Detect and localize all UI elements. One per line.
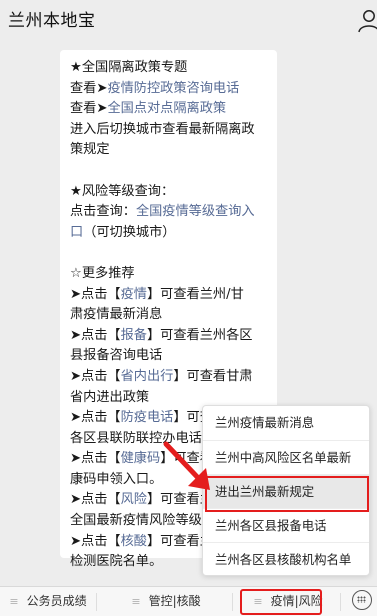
message-line: ★风险等级查询： [70,182,273,203]
message-text: 查看➤ [70,101,108,117]
message-line: 查看➤疫情防控政策咨询电话 [70,79,273,100]
message-text: 县报备咨询电话 [70,348,163,364]
message-link[interactable]: 全国疫情等级查询入 [136,204,255,219]
message-link[interactable]: 省内出行 [121,369,174,384]
message-line: 点击查询：全国疫情等级查询入 [70,202,273,223]
message-line: ➤点击【省内出行】可查看甘肃 [70,367,273,388]
message-line: 查看➤全国点对点隔离政策 [70,99,273,120]
message-text: 全国最新疫情风险等级 [70,513,202,529]
message-text: 】可查看甘肃 [173,368,253,384]
message-line: ★全国隔离政策专题 [70,58,273,79]
message-line: ➤点击【疫情】可查看兰州/甘 [70,285,273,306]
bottom-menu-tab[interactable]: ≡ 管控|核酸 [100,587,232,616]
popup-menu-item[interactable]: 兰州中高风险区名单最新 [203,440,369,474]
message-text: 】可查看兰州各区 [147,327,253,343]
message-text: ➤点击【 [70,327,121,343]
message-text: 康码申领入口。 [70,471,163,487]
chat-header: 兰州本地宝 [0,0,377,40]
annotation-arrow-icon [163,441,210,490]
message-text: 肃疫情最新消息 [70,307,163,323]
message-text: ➤点击【 [70,286,121,302]
highlight-box-tab [240,589,322,615]
message-text: 】可查看兰州/甘 [147,286,244,302]
message-line: ☆更多推荐 [70,264,273,285]
popup-menu-item[interactable]: 兰州各区县报备电话 [203,508,369,542]
message-text: 点击查询： [70,204,136,220]
chat-title: 兰州本地宝 [8,11,96,31]
message-line: 口（可切换城市） [70,223,273,244]
message-text: 进入后切换城市查看最新隔离政 [70,121,255,137]
bottom-menu-tab-label: 管控|核酸 [148,594,201,608]
message-text: ☆更多推荐 [70,265,135,281]
bottom-menu-tab-label: 公务员成绩 [26,594,87,608]
message-link[interactable]: 风险 [121,492,147,507]
message-line: ➤点击【报备】可查看兰州各区 [70,326,273,347]
message-link[interactable]: 疫情防控政策咨询电话 [107,81,239,96]
message-text: ➤点击【 [70,368,121,384]
message-text: 策规定 [70,142,110,158]
message-text: 查看➤ [70,80,108,96]
message-link[interactable]: 口 [70,225,83,240]
message-link[interactable]: 全国点对点隔离政策 [107,101,226,116]
divider [96,593,97,611]
bottom-menu-tab[interactable]: ≡ 公务员成绩 [0,587,96,616]
message-text: ★全国隔离政策专题 [70,60,188,75]
message-text: ➤点击【 [70,410,121,426]
popup-menu-item[interactable]: 兰州疫情最新消息 [203,406,369,440]
menu-lines-icon: ≡ [9,595,19,608]
message-text: （可切换城市） [83,224,176,240]
message-line: 县报备咨询电话 [70,346,273,367]
message-link[interactable]: 报备 [121,328,147,343]
keyboard-icon[interactable] [352,590,372,610]
message-text: 省内进出政策 [70,389,150,405]
menu-lines-icon: ≡ [131,595,141,608]
message-link[interactable]: 防疫电话 [121,410,174,425]
user-profile-icon[interactable] [355,8,377,34]
message-link[interactable]: 疫情 [121,287,147,302]
message-text: ➤点击【 [70,533,121,549]
message-text: ➤点击【 [70,451,121,467]
message-line: 策规定 [70,140,273,161]
popup-menu-item[interactable]: 兰州各区县核酸机构名单 [203,542,369,576]
message-line: 进入后切换城市查看最新隔离政 [70,120,273,141]
message-text: 检测医院名单。 [70,554,163,570]
divider [232,593,233,611]
message-text: ➤点击【 [70,492,121,508]
highlight-box-menu-item [205,476,369,512]
message-text: ★风险等级查询： [70,183,175,199]
message-link[interactable]: 健康码 [121,451,161,466]
divider [340,593,341,611]
message-line: 肃疫情最新消息 [70,305,273,326]
message-link[interactable]: 核酸 [121,534,147,549]
